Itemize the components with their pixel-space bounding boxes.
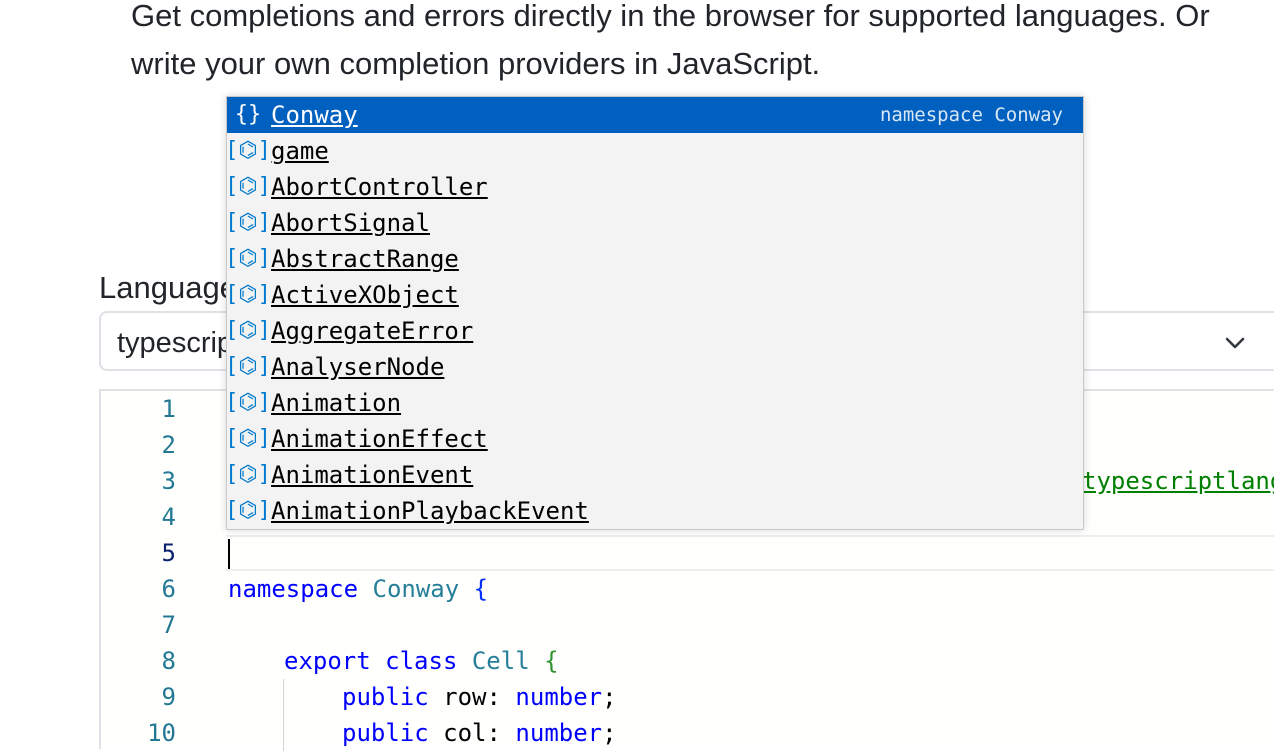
line-number-gutter: 1 2 3 4 5 6 7 8 9 10: [101, 391, 226, 751]
suggest-item[interactable]: [⌬] AnalyserNode: [225, 349, 1083, 385]
namespace-name: Conway: [372, 575, 460, 603]
suggest-item-label: Conway: [271, 101, 358, 129]
field-name: col: [443, 719, 487, 747]
keyword: public: [342, 719, 429, 747]
suggest-item-label: AnalyserNode: [271, 353, 445, 381]
suggest-item[interactable]: [⌬] AbortSignal: [225, 205, 1083, 241]
brace: {: [544, 647, 559, 675]
line-number: 7: [161, 611, 176, 639]
semicolon: ;: [602, 683, 617, 711]
indent-guide: [283, 679, 284, 751]
suggest-item-label: AnimationEvent: [271, 461, 474, 489]
suggest-item[interactable]: [⌬] AnimationPlaybackEvent: [225, 493, 1083, 529]
line-number: 1: [161, 395, 176, 423]
variable-icon: [⌬]: [225, 282, 271, 307]
code-line-8: export class Cell {: [284, 643, 559, 679]
suggest-item-label: AnimationEffect: [271, 425, 488, 453]
current-line-highlight: [226, 535, 1274, 571]
intro-text: Get completions and errors directly in t…: [131, 0, 1210, 81]
suggest-item[interactable]: [⌬] AggregateError: [225, 313, 1083, 349]
suggest-item-label: AnimationPlaybackEvent: [271, 497, 589, 525]
code-line-6: namespace Conway {: [228, 571, 488, 607]
variable-icon: [⌬]: [225, 498, 271, 523]
suggest-widget[interactable]: {} Conway namespace Conway [⌬] game [⌬] …: [225, 96, 1084, 530]
text-cursor: [228, 539, 230, 569]
keyword: class: [385, 647, 458, 675]
suggest-item-label: AbortController: [271, 173, 488, 201]
suggest-item[interactable]: [⌬] game: [225, 133, 1083, 169]
line-number: 3: [161, 467, 176, 495]
suggest-item[interactable]: [⌬] AnimationEvent: [225, 457, 1083, 493]
line-number: 4: [161, 503, 176, 531]
suggest-item[interactable]: [⌬] Animation: [225, 385, 1083, 421]
semicolon: ;: [602, 719, 617, 747]
suggest-item[interactable]: [⌬] ActiveXObject: [225, 277, 1083, 313]
line-number-active: 5: [161, 539, 176, 567]
brace: {: [473, 575, 489, 603]
chevron-down-icon: [1225, 337, 1245, 349]
line-number: 9: [161, 683, 176, 711]
field-name: row: [443, 683, 487, 711]
keyword: export: [284, 647, 371, 675]
line-number: 2: [161, 431, 176, 459]
class-name: Cell: [471, 647, 530, 675]
comment-link[interactable]: typescriptlang: [1082, 467, 1274, 495]
line-number: 6: [161, 575, 176, 603]
suggest-item-label: AbortSignal: [271, 209, 430, 237]
variable-icon: [⌬]: [225, 246, 271, 271]
language-label: Language: [99, 270, 237, 305]
variable-icon: [⌬]: [225, 174, 271, 199]
suggest-item[interactable]: [⌬] AnimationEffect: [225, 421, 1083, 457]
namespace-icon: {}: [234, 102, 262, 127]
code-line-3: typescriptlang: [1082, 463, 1274, 499]
suggest-item-label: AbstractRange: [271, 245, 459, 273]
suggest-item-label: AggregateError: [271, 317, 474, 345]
line-number: 8: [161, 647, 176, 675]
variable-icon: [⌬]: [225, 210, 271, 235]
variable-icon: [⌬]: [225, 462, 271, 487]
line-number: 10: [147, 719, 176, 747]
variable-icon: [⌬]: [225, 426, 271, 451]
colon: :: [486, 683, 501, 711]
suggest-item[interactable]: [⌬] AbstractRange: [225, 241, 1083, 277]
variable-icon: [⌬]: [225, 354, 271, 379]
colon: :: [486, 719, 501, 747]
variable-icon: [⌬]: [225, 318, 271, 343]
suggest-item-detail: namespace Conway: [879, 104, 1063, 126]
suggest-item-selected[interactable]: {} Conway namespace Conway: [227, 97, 1083, 133]
suggest-item[interactable]: [⌬] AbortController: [225, 169, 1083, 205]
variable-icon: [⌬]: [225, 138, 271, 163]
code-line-10: public col: number;: [342, 715, 617, 751]
keyword: public: [342, 683, 429, 711]
code-line-9: public row: number;: [342, 679, 617, 715]
type-name: number: [515, 683, 603, 711]
variable-icon: [⌬]: [225, 390, 271, 415]
suggest-item-label: Animation: [271, 389, 402, 417]
keyword: namespace: [228, 575, 359, 603]
type-name: number: [515, 719, 603, 747]
suggest-item-label: game: [271, 137, 329, 165]
language-select-value: typescript: [117, 327, 242, 359]
suggest-item-label: ActiveXObject: [271, 281, 459, 309]
